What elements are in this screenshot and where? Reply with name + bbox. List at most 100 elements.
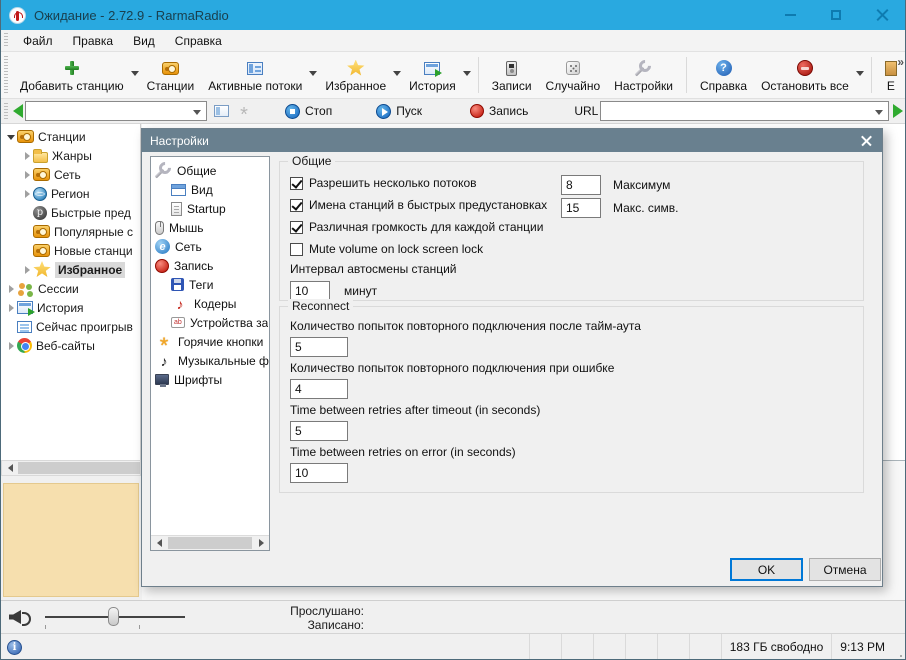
sidebar-item[interactable]: Популярные с	[1, 222, 140, 241]
menu-item[interactable]: Файл	[13, 32, 63, 50]
scrollbar-thumb[interactable]	[18, 462, 140, 474]
record-button[interactable]: Запись	[469, 104, 528, 118]
settings-checkbox[interactable]: Mute volume on lock screen lock	[290, 240, 853, 258]
expander-icon[interactable]	[21, 207, 33, 219]
sidebar-item[interactable]: Веб-сайты	[1, 336, 140, 355]
toolbar-button[interactable]: Записи	[485, 52, 539, 98]
sidebar-item[interactable]: Новые станци	[1, 241, 140, 260]
toolbar-grip[interactable]	[4, 102, 8, 120]
checkbox-icon[interactable]	[290, 198, 303, 212]
minimize-button[interactable]	[767, 0, 813, 30]
settings-nav-item[interactable]: Горячие кнопки	[151, 332, 269, 351]
speaker-icon[interactable]	[9, 609, 33, 626]
resize-grip[interactable]	[893, 634, 905, 659]
toolbar-button[interactable]: Избранное	[318, 52, 402, 98]
toolbar-button[interactable]: Случайно	[539, 52, 608, 98]
sidebar-item[interactable]: Сеть	[1, 165, 140, 184]
settings-nav-item[interactable]: Вид	[151, 180, 269, 199]
sidebar-item[interactable]: Регион	[1, 184, 140, 203]
toolbar-grip[interactable]	[4, 56, 8, 94]
sidebar-item[interactable]: Станции	[1, 127, 140, 146]
dialog-close-button[interactable]	[853, 129, 879, 152]
scroll-left-icon[interactable]	[151, 536, 167, 550]
expander-icon[interactable]	[5, 131, 17, 143]
toolbar-button[interactable]: Добавить станцию	[13, 52, 140, 98]
start-button[interactable]: Пуск	[376, 103, 422, 119]
toolbar-button[interactable]: Настройки	[607, 52, 680, 98]
dropdown-arrow-icon[interactable]	[130, 71, 139, 80]
sidebar-item[interactable]: Избранное	[1, 260, 140, 279]
settings-nav-item[interactable]: Кодеры	[151, 294, 269, 313]
sidebar-item[interactable]: Жанры	[1, 146, 140, 165]
previous-station-icon[interactable]	[13, 104, 23, 118]
sidebar-item[interactable]: Быстрые пред	[1, 203, 140, 222]
toolbar-button[interactable]: Станции	[140, 52, 202, 98]
dropdown-arrow-icon[interactable]	[855, 71, 864, 80]
close-button[interactable]	[859, 0, 905, 30]
toolbar-button[interactable]	[870, 57, 872, 93]
expander-icon[interactable]	[5, 283, 17, 295]
sidebar-item[interactable]: Сейчас проигрыв	[1, 317, 140, 336]
menu-item[interactable]: Правка	[63, 32, 124, 50]
reconnect-input[interactable]	[290, 337, 348, 357]
settings-nav-item[interactable]: Музыкальные фа	[151, 351, 269, 370]
expander-icon[interactable]	[21, 150, 33, 162]
expander-icon[interactable]	[21, 188, 33, 200]
toolbar-button[interactable]: Остановить все	[754, 52, 865, 98]
settings-nav-item[interactable]: Мышь	[151, 218, 269, 237]
dropdown-arrow-icon[interactable]	[393, 71, 402, 80]
settings-nav-item[interactable]: Startup	[151, 199, 269, 218]
settings-nav-item[interactable]: Устройства за	[151, 313, 269, 332]
settings-nav-item[interactable]: Общие	[151, 161, 269, 180]
settings-nav-item[interactable]: Сеть	[151, 237, 269, 256]
ok-button[interactable]: OK	[730, 558, 803, 581]
settings-nav-item[interactable]: Теги	[151, 275, 269, 294]
sidebar-item[interactable]: История	[1, 298, 140, 317]
toolbar-button[interactable]: Справка	[693, 52, 754, 98]
volume-slider[interactable]	[45, 606, 185, 629]
scroll-left-icon[interactable]	[2, 461, 18, 475]
expander-icon[interactable]	[21, 226, 33, 238]
station-combobox[interactable]	[25, 101, 207, 121]
refresh-icon[interactable]	[235, 102, 253, 120]
expander-icon[interactable]	[5, 321, 17, 333]
scroll-right-icon[interactable]	[253, 536, 269, 550]
combo-arrow-icon[interactable]	[193, 110, 201, 119]
info-icon[interactable]	[7, 639, 22, 655]
checkbox-icon[interactable]	[290, 220, 303, 234]
checkbox-icon[interactable]	[290, 242, 303, 256]
slider-thumb[interactable]	[108, 607, 119, 626]
station-list-icon[interactable]	[214, 105, 229, 117]
interval-input[interactable]	[290, 281, 330, 301]
stop-button[interactable]: Стоп	[285, 103, 332, 119]
scrollbar-thumb[interactable]	[168, 537, 252, 549]
side-field-input[interactable]	[561, 175, 601, 195]
dropdown-arrow-icon[interactable]	[462, 71, 471, 80]
toolbar-button[interactable]	[477, 57, 479, 93]
reconnect-input[interactable]	[290, 421, 348, 441]
expander-icon[interactable]	[21, 245, 33, 257]
checkbox-icon[interactable]	[290, 176, 303, 190]
toolbar-button[interactable]: Активные потоки	[201, 52, 318, 98]
dropdown-arrow-icon[interactable]	[309, 71, 318, 80]
menu-item[interactable]: Вид	[123, 32, 165, 50]
maximize-button[interactable]	[813, 0, 859, 30]
nav-horizontal-scrollbar[interactable]	[151, 535, 269, 550]
expander-icon[interactable]	[21, 264, 33, 276]
combo-arrow-icon[interactable]	[875, 110, 883, 119]
cancel-button[interactable]: Отмена	[809, 558, 881, 581]
expander-icon[interactable]	[5, 340, 17, 352]
sidebar-horizontal-scrollbar[interactable]	[1, 460, 141, 476]
toolbar-button[interactable]	[686, 57, 687, 93]
toolbar-grip[interactable]	[4, 33, 8, 48]
go-icon[interactable]	[893, 104, 903, 118]
sidebar-item[interactable]: Сессии	[1, 279, 140, 298]
side-field-input[interactable]	[561, 198, 601, 218]
toolbar-overflow-chevron[interactable]: »	[897, 55, 904, 69]
toolbar-button[interactable]: История	[402, 52, 472, 98]
expander-icon[interactable]	[21, 169, 33, 181]
expander-icon[interactable]	[5, 302, 17, 314]
reconnect-input[interactable]	[290, 379, 348, 399]
url-combobox[interactable]	[600, 101, 889, 121]
reconnect-input[interactable]	[290, 463, 348, 483]
